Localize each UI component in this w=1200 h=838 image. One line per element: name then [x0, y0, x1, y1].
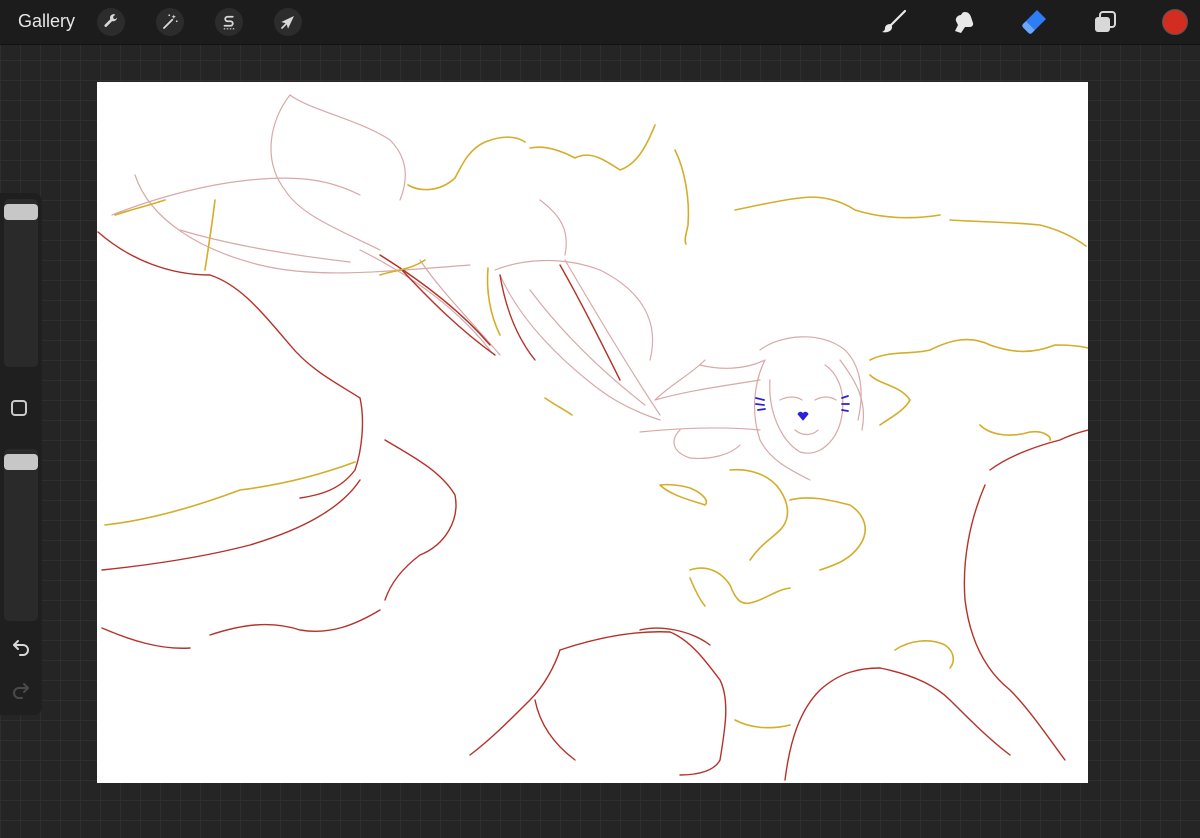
- undo-icon: [13, 640, 29, 656]
- redo-icon: [13, 683, 29, 699]
- adjustments-wand-button[interactable]: [156, 8, 184, 36]
- sketch-artwork: [97, 94, 1088, 781]
- transform-button[interactable]: [274, 8, 302, 36]
- undo-button[interactable]: [10, 636, 32, 658]
- brush-icon: [882, 9, 907, 33]
- selection-button[interactable]: [215, 8, 243, 36]
- left-sidebar: [0, 193, 42, 715]
- opacity-slider[interactable]: [4, 449, 38, 621]
- magic-wand-icon: [163, 14, 178, 29]
- actions-wrench-button[interactable]: [97, 8, 125, 36]
- brush-size-handle[interactable]: [4, 204, 38, 220]
- modify-square-button[interactable]: [11, 400, 27, 416]
- smudge-finger-icon: [955, 12, 974, 33]
- brush-size-slider[interactable]: [4, 199, 38, 367]
- smudge-tool-button[interactable]: [948, 6, 980, 38]
- color-picker-button[interactable]: [1162, 9, 1188, 35]
- eraser-tool-button[interactable]: [1018, 6, 1050, 38]
- selection-s-icon: [223, 15, 235, 30]
- top-toolbar: Gallery: [0, 0, 1200, 45]
- eraser-icon: [1022, 10, 1046, 34]
- redo-button[interactable]: [10, 679, 32, 701]
- drawing-canvas[interactable]: [97, 82, 1088, 783]
- brush-tool-button[interactable]: [878, 6, 910, 38]
- layers-icon: [1095, 11, 1116, 32]
- arrow-cursor-icon: [281, 16, 294, 29]
- layers-button[interactable]: [1089, 6, 1121, 38]
- gallery-button[interactable]: Gallery: [18, 11, 75, 32]
- opacity-handle[interactable]: [4, 454, 38, 470]
- wrench-icon: [104, 14, 118, 27]
